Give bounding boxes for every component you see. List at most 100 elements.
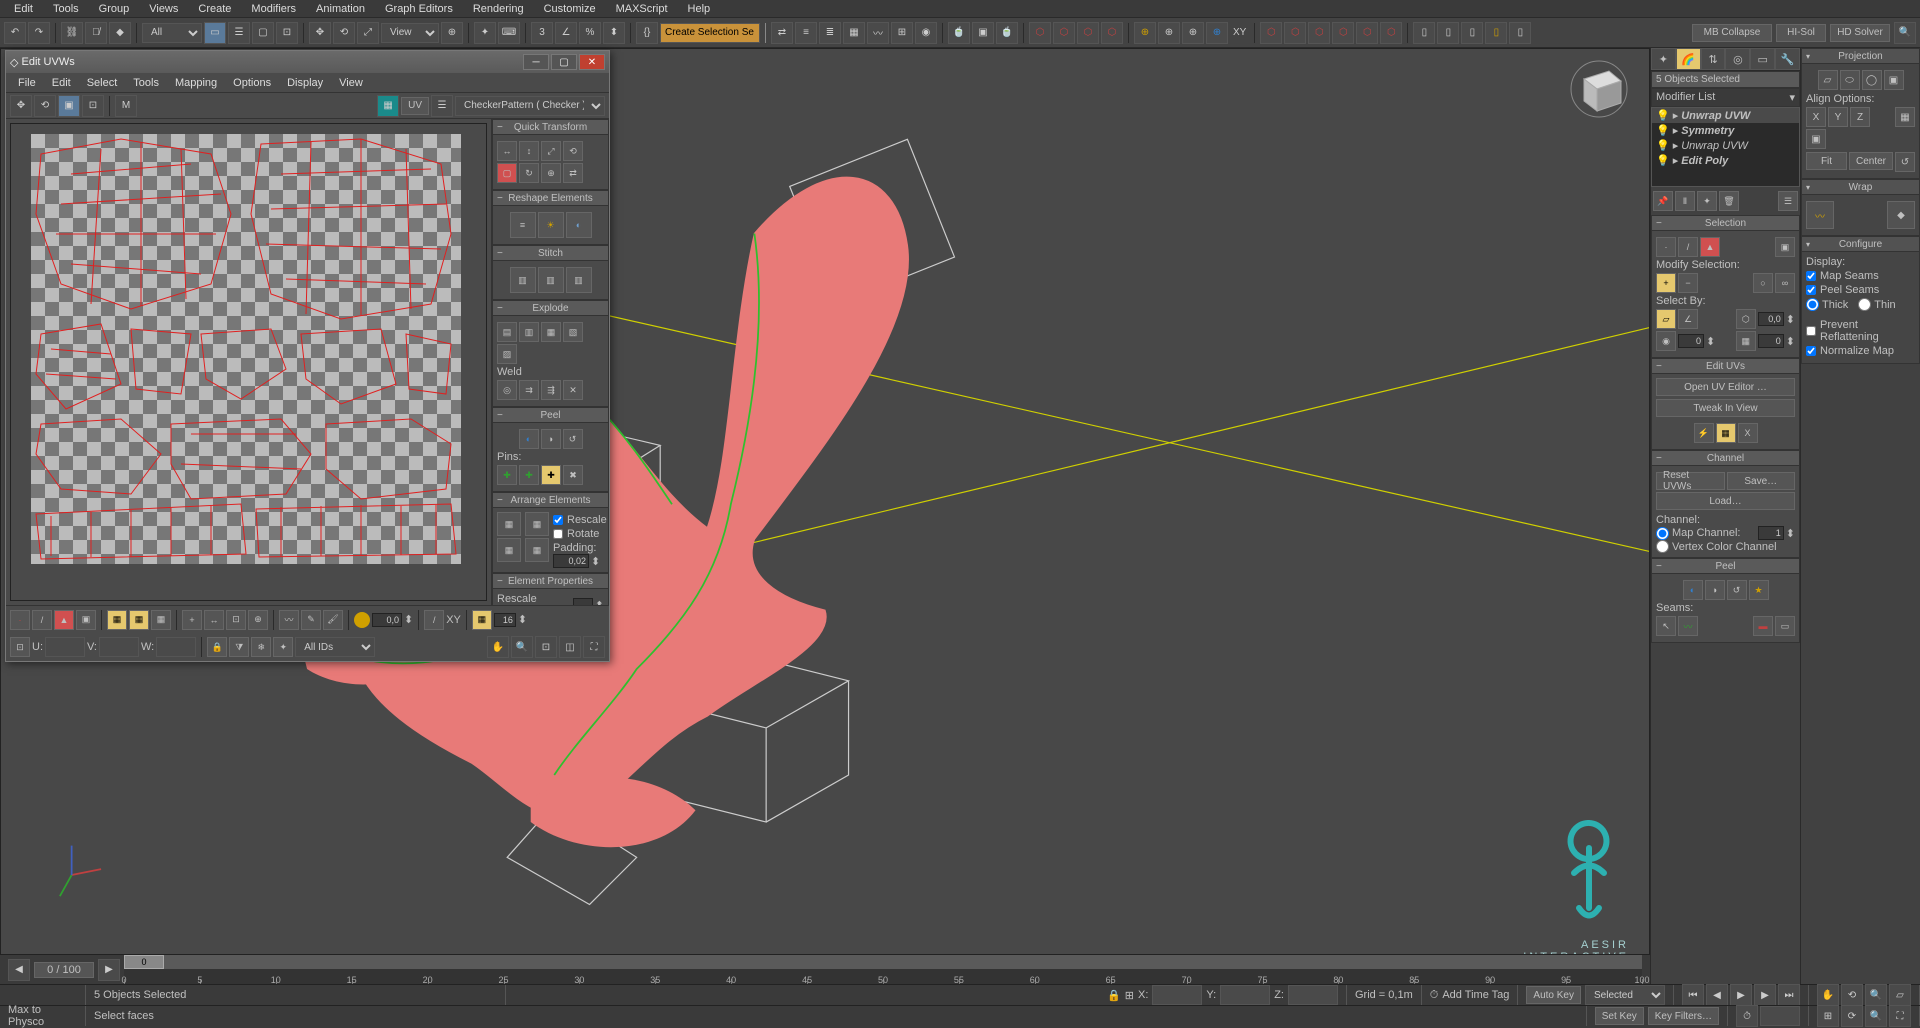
uvmenu-tools[interactable]: Tools <box>125 77 167 89</box>
rollout-selection[interactable]: Selection <box>1651 215 1800 231</box>
qt1-icon[interactable]: ↔ <box>497 141 517 161</box>
menu-modifiers[interactable]: Modifiers <box>241 3 306 15</box>
qt4-icon[interactable]: ⟲ <box>563 141 583 161</box>
reshape3-icon[interactable]: ◐ <box>566 212 592 238</box>
peel3-icon[interactable]: ↺ <box>1727 580 1747 600</box>
uvmenu-view[interactable]: View <box>331 77 371 89</box>
uv-map-dropdown[interactable]: CheckerPattern ( Checker ) <box>455 96 605 116</box>
ex5-icon[interactable]: ▨ <box>497 344 517 364</box>
prev-frame-icon[interactable]: ◀ <box>1706 984 1728 1006</box>
planar-icon[interactable]: ▱ <box>1656 309 1676 329</box>
tab-utilities-icon[interactable]: 🔧 <box>1775 48 1800 70</box>
seam1-icon[interactable]: ↖ <box>1656 616 1676 636</box>
seam2-icon[interactable]: 〰 <box>1678 616 1698 636</box>
minimize-icon[interactable]: ─ <box>523 54 549 70</box>
tab-modify-icon[interactable]: 🌈 <box>1676 48 1701 70</box>
peel2-icon[interactable]: ◑ <box>1705 580 1725 600</box>
xtra6-icon[interactable]: ⬡ <box>1380 22 1402 44</box>
keyboard-icon[interactable]: ⌨ <box>498 22 520 44</box>
uvmenu-options[interactable]: Options <box>225 77 279 89</box>
align-z-button[interactable]: Z <box>1850 107 1870 127</box>
uvb-lock-icon[interactable]: 🔒 <box>207 637 227 657</box>
helper1-icon[interactable]: ▯ <box>1413 22 1435 44</box>
menu-edit[interactable]: Edit <box>4 3 43 15</box>
close-icon[interactable]: ✕ <box>579 54 605 70</box>
center-button[interactable]: Center <box>1849 152 1893 170</box>
graphite-icon[interactable]: ▦ <box>843 22 865 44</box>
fit-button[interactable]: Fit <box>1806 152 1847 170</box>
nav-fov-icon[interactable]: ▱ <box>1889 984 1911 1006</box>
axis-z-icon[interactable]: ⊕ <box>1206 22 1228 44</box>
nav-pan-icon[interactable]: ✋ <box>1817 984 1839 1006</box>
uv-rollout-peel[interactable]: Peel <box>492 407 609 423</box>
uvb-paint-icon[interactable]: ✎ <box>301 610 321 630</box>
uvb-face-icon[interactable]: ▲ <box>54 610 74 630</box>
menu-help[interactable]: Help <box>678 3 721 15</box>
ex1-icon[interactable]: ▤ <box>497 322 517 342</box>
nav8-icon[interactable]: ⛶ <box>1889 1005 1911 1027</box>
uvmenu-edit[interactable]: Edit <box>44 77 79 89</box>
arr3-icon[interactable]: ▦ <box>525 512 549 536</box>
setkey-button[interactable]: Set Key <box>1595 1007 1644 1025</box>
uvb-p2-icon[interactable]: ↔ <box>204 610 224 630</box>
qt7-icon[interactable]: ⊕ <box>541 163 561 183</box>
uv-rollout-arrange[interactable]: Arrange Elements <box>492 492 609 508</box>
map-channel-radio[interactable] <box>1656 527 1669 540</box>
modifier-list-dropdown[interactable]: Modifier List▾ <box>1651 88 1800 107</box>
menu-tools[interactable]: Tools <box>43 3 89 15</box>
subobj-face-icon[interactable]: ▲ <box>1700 237 1720 257</box>
align-y-button[interactable]: Y <box>1828 107 1848 127</box>
mirror-icon[interactable]: ⇄ <box>771 22 793 44</box>
align-x-button[interactable]: X <box>1806 107 1826 127</box>
wrap-unfold-icon[interactable]: ◆ <box>1887 201 1915 229</box>
uvpeel2-icon[interactable]: ◑ <box>541 429 561 449</box>
snap-g-icon[interactable]: ⬡ <box>1101 22 1123 44</box>
uv-rollout-reshape[interactable]: Reshape Elements <box>492 190 609 206</box>
map-channel-val[interactable] <box>1758 526 1784 540</box>
select-rotate-icon[interactable]: ⟲ <box>333 22 355 44</box>
align-other2-icon[interactable]: ▣ <box>1806 129 1826 149</box>
uvb-vertex-icon[interactable]: · <box>10 610 30 630</box>
selby-val1[interactable] <box>1678 334 1704 348</box>
stitch2-icon[interactable]: ▥ <box>538 267 564 293</box>
xtra3-icon[interactable]: ⬡ <box>1308 22 1330 44</box>
xtra1-icon[interactable]: ⬡ <box>1260 22 1282 44</box>
redo-icon[interactable]: ↷ <box>28 22 50 44</box>
material-editor-icon[interactable]: ◉ <box>915 22 937 44</box>
nav-zoom-icon[interactable]: 🔍 <box>1865 984 1887 1006</box>
pin3-icon[interactable]: ✚ <box>541 465 561 485</box>
uvb-m3-icon[interactable]: ▦ <box>151 610 171 630</box>
track-next-icon[interactable]: ▶ <box>98 959 120 981</box>
chk-rotate[interactable] <box>553 529 563 539</box>
snap-e-icon[interactable]: ⬡ <box>1053 22 1075 44</box>
ribbon-wrap[interactable]: Wrap <box>1801 179 1920 195</box>
window-crossing-icon[interactable]: ⊡ <box>276 22 298 44</box>
select-name-icon[interactable]: ☰ <box>228 22 250 44</box>
uvscale-icon[interactable]: ▣ <box>58 95 80 117</box>
select-object-icon[interactable]: ▭ <box>204 22 226 44</box>
selby-val2[interactable] <box>1758 334 1784 348</box>
helper3-icon[interactable]: ▯ <box>1461 22 1483 44</box>
render-frame-icon[interactable]: ▣ <box>972 22 994 44</box>
tweak-in-view-button[interactable]: Tweak In View <box>1656 399 1795 417</box>
uv-button[interactable]: UV <box>401 97 429 115</box>
peel4-icon[interactable]: ★ <box>1749 580 1769 600</box>
uvb-brush-icon[interactable]: 🖌 <box>323 610 343 630</box>
uvb-w[interactable] <box>156 637 196 657</box>
seam4-icon[interactable]: ▭ <box>1775 616 1795 636</box>
axis-y-icon[interactable]: ⊕ <box>1182 22 1204 44</box>
uv-texture-icon[interactable]: ▦ <box>377 95 399 117</box>
xtra4-icon[interactable]: ⬡ <box>1332 22 1354 44</box>
qt3-icon[interactable]: ⤢ <box>541 141 561 161</box>
remove-mod-icon[interactable]: 🗑 <box>1719 191 1739 211</box>
uvb-zoomext-icon[interactable]: ⊡ <box>535 636 557 658</box>
vertex-color-radio[interactable] <box>1656 540 1669 553</box>
arr4-icon[interactable]: ▦ <box>525 538 549 562</box>
rollout-channel[interactable]: Channel <box>1651 450 1800 466</box>
uvpeel1-icon[interactable]: ◐ <box>519 429 539 449</box>
menu-group[interactable]: Group <box>89 3 140 15</box>
uvb-p4-icon[interactable]: ⊕ <box>248 610 268 630</box>
uvb-filter-icon[interactable]: ⧩ <box>229 637 249 657</box>
pin4-icon[interactable]: ✖ <box>563 465 583 485</box>
pin2-icon[interactable]: ✚ <box>519 465 539 485</box>
